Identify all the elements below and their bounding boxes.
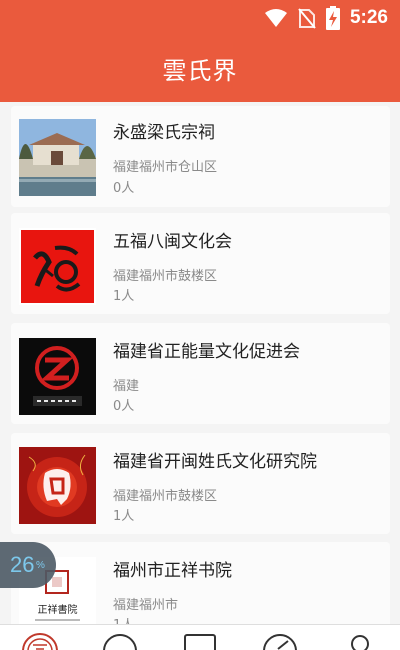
item-name: 永盛梁氏宗祠: [113, 123, 215, 143]
item-location: 福建福州市: [113, 598, 179, 613]
list-item[interactable]: 福建省开闽姓氏文化研究院 福建福州市鼓楼区 1人: [11, 433, 390, 534]
nav-item-profile[interactable]: [320, 625, 400, 650]
positive-energy-logo: [19, 338, 96, 415]
organization-list[interactable]: 永盛梁氏宗祠 福建福州市仓山区 0人 五福八闽文化会 福建福州市鼓楼区 1人 福…: [0, 102, 400, 624]
list-item[interactable]: 五福八闽文化会 福建福州市鼓楼区 1人: [11, 213, 390, 314]
home-seal-icon: [22, 633, 58, 650]
wifi-icon: [264, 9, 287, 27]
nav-item-home[interactable]: [0, 625, 80, 650]
status-icons: 5:26: [264, 6, 388, 30]
bottom-nav: [0, 624, 400, 650]
item-location: 福建福州市鼓楼区: [113, 269, 218, 284]
nav-item-contacts[interactable]: [160, 625, 240, 650]
academy-logo-text: 正祥書院: [38, 603, 78, 616]
list-item[interactable]: 福建省正能量文化促进会 福建 0人: [11, 323, 390, 424]
profile-icon: [351, 635, 369, 650]
item-name: 福州市正祥书院: [113, 561, 232, 581]
item-member-count: 1人: [113, 614, 134, 624]
item-location: 福建福州市仓山区: [113, 160, 218, 175]
item-member-count: 1人: [113, 509, 135, 524]
discover-icon: [263, 634, 297, 650]
item-name: 福建省开闽姓氏文化研究院: [113, 452, 317, 472]
ancestral-hall-photo: [19, 119, 96, 196]
nav-item-discover[interactable]: [240, 625, 320, 650]
floating-progress-badge[interactable]: 26 %: [0, 542, 56, 588]
item-name: 五福八闽文化会: [113, 232, 232, 252]
item-member-count: 1人: [113, 289, 135, 304]
item-member-count: 0人: [113, 399, 135, 414]
item-name: 福建省正能量文化促进会: [113, 342, 300, 362]
chat-icon: [103, 634, 137, 650]
no-sim-icon: [298, 8, 316, 29]
red-lantern-logo: [19, 447, 96, 524]
list-item[interactable]: 永盛梁氏宗祠 福建福州市仓山区 0人: [11, 106, 390, 207]
nav-item-chat[interactable]: [80, 625, 160, 650]
app-header: 雲氏界: [0, 36, 400, 102]
progress-unit: %: [36, 560, 45, 571]
status-bar: 5:26: [0, 0, 400, 36]
list-item[interactable]: 正祥書院 福州市正祥书院 福建福州市 1人: [11, 542, 390, 624]
item-location: 福建福州市鼓楼区: [113, 489, 218, 504]
battery-charging-icon: [325, 6, 340, 30]
item-location: 福建: [113, 379, 140, 394]
fu-calligraphy-logo: [19, 228, 96, 305]
item-member-count: 0人: [113, 181, 135, 196]
status-time: 5:26: [349, 7, 388, 28]
page-title: 雲氏界: [162, 57, 238, 85]
contacts-icon: [184, 634, 216, 650]
progress-value: 26: [10, 552, 35, 577]
